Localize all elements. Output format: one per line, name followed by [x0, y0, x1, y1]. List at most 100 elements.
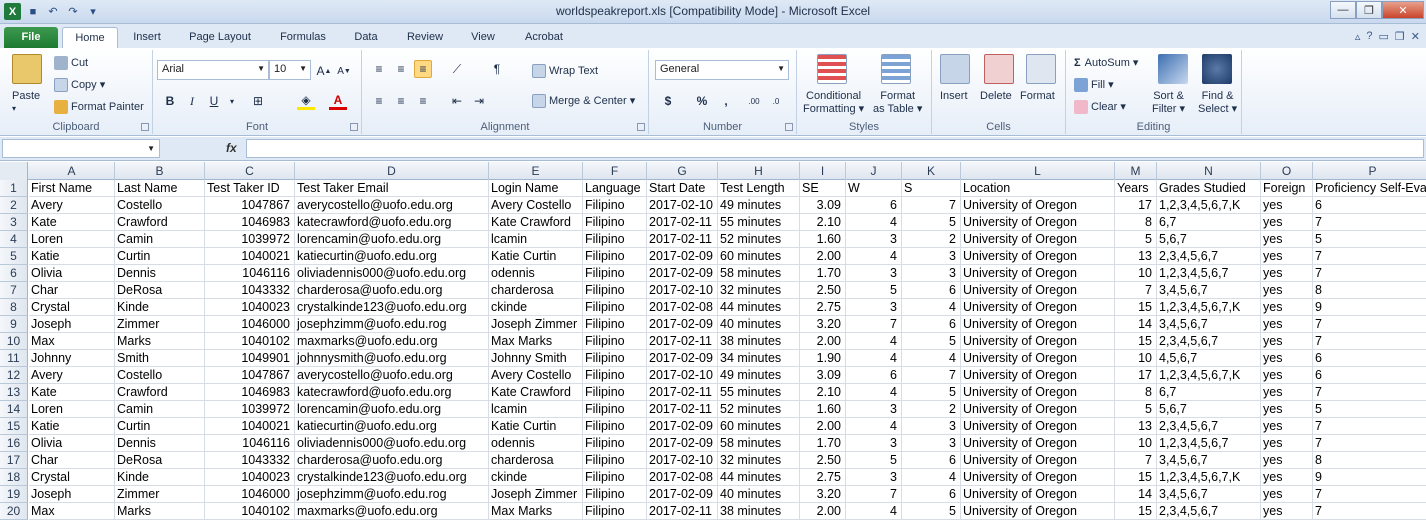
cell-b19[interactable]: Zimmer [115, 486, 205, 503]
cell-j4[interactable]: 3 [846, 231, 902, 248]
cell-j18[interactable]: 3 [846, 469, 902, 486]
cell-e11[interactable]: Johnny Smith [489, 350, 583, 367]
cell-h10[interactable]: 38 minutes [718, 333, 800, 350]
cell-o12[interactable]: yes [1261, 367, 1313, 384]
cell-j19[interactable]: 7 [846, 486, 902, 503]
cell-m16[interactable]: 10 [1115, 435, 1157, 452]
spreadsheet-grid[interactable]: ABCDEFGHIJKLMNOP 1 First Name Last Name Tes… [0, 162, 1426, 520]
cell-p7[interactable]: 8 [1313, 282, 1426, 299]
cell-j8[interactable]: 3 [846, 299, 902, 316]
cell-b17[interactable]: DeRosa [115, 452, 205, 469]
cell-i9[interactable]: 3.20 [800, 316, 846, 333]
cell-f8[interactable]: Filipino [583, 299, 647, 316]
cell-p19[interactable]: 7 [1313, 486, 1426, 503]
column-header-k[interactable]: K [902, 162, 961, 180]
cell-l1[interactable]: Location [961, 180, 1115, 197]
cell-f10[interactable]: Filipino [583, 333, 647, 350]
cell-n12[interactable]: 1,2,3,4,5,6,7,K [1157, 367, 1261, 384]
column-header-n[interactable]: N [1157, 162, 1261, 180]
cell-h6[interactable]: 58 minutes [718, 265, 800, 282]
cell-o2[interactable]: yes [1261, 197, 1313, 214]
cell-i4[interactable]: 1.60 [800, 231, 846, 248]
cell-n17[interactable]: 3,4,5,6,7 [1157, 452, 1261, 469]
cell-e5[interactable]: Katie Curtin [489, 248, 583, 265]
cell-h8[interactable]: 44 minutes [718, 299, 800, 316]
cell-j9[interactable]: 7 [846, 316, 902, 333]
cell-p10[interactable]: 7 [1313, 333, 1426, 350]
cell-l16[interactable]: University of Oregon [961, 435, 1115, 452]
cell-f11[interactable]: Filipino [583, 350, 647, 367]
cell-k5[interactable]: 3 [902, 248, 961, 265]
cell-e4[interactable]: lcamin [489, 231, 583, 248]
alignment-launcher-icon[interactable] [637, 123, 645, 131]
column-header-h[interactable]: H [718, 162, 800, 180]
cell-n2[interactable]: 1,2,3,4,5,6,7,K [1157, 197, 1261, 214]
cell-c16[interactable]: 1046116 [205, 435, 295, 452]
cell-d6[interactable]: oliviadennis000@uofo.edu.org [295, 265, 489, 282]
cell-k13[interactable]: 5 [902, 384, 961, 401]
column-header-d[interactable]: D [295, 162, 489, 180]
cell-d3[interactable]: katecrawford@uofo.edu.org [295, 214, 489, 231]
cell-e20[interactable]: Max Marks [489, 503, 583, 520]
cell-p1[interactable]: Proficiency Self-Eva [1313, 180, 1426, 197]
cell-h3[interactable]: 55 minutes [718, 214, 800, 231]
paste-icon[interactable] [12, 54, 42, 84]
cell-m10[interactable]: 15 [1115, 333, 1157, 350]
cell-d18[interactable]: crystalkinde123@uofo.edu.org [295, 469, 489, 486]
cell-m2[interactable]: 17 [1115, 197, 1157, 214]
cell-g13[interactable]: 2017-02-11 [647, 384, 718, 401]
cell-p17[interactable]: 8 [1313, 452, 1426, 469]
cell-c2[interactable]: 1047867 [205, 197, 295, 214]
cell-g3[interactable]: 2017-02-11 [647, 214, 718, 231]
cell-b18[interactable]: Kinde [115, 469, 205, 486]
cell-i12[interactable]: 3.09 [800, 367, 846, 384]
fill-button[interactable]: Fill ▾ [1074, 78, 1114, 93]
row-header[interactable]: 17 [0, 452, 28, 469]
font-name-select[interactable]: Arial ▼ [157, 60, 269, 80]
wrap-text-button[interactable]: Wrap Text [532, 64, 598, 78]
cell-j10[interactable]: 4 [846, 333, 902, 350]
select-all-corner[interactable] [0, 162, 28, 180]
cell-i17[interactable]: 2.50 [800, 452, 846, 469]
tab-acrobat[interactable]: Acrobat [516, 27, 572, 48]
close-button[interactable]: ✕ [1382, 1, 1424, 19]
cell-i19[interactable]: 3.20 [800, 486, 846, 503]
cell-g7[interactable]: 2017-02-10 [647, 282, 718, 299]
font-color-icon[interactable]: A [329, 92, 347, 110]
cell-p8[interactable]: 9 [1313, 299, 1426, 316]
cell-e13[interactable]: Kate Crawford [489, 384, 583, 401]
cell-n10[interactable]: 2,3,4,5,6,7 [1157, 333, 1261, 350]
row-header[interactable]: 19 [0, 486, 28, 503]
cell-o16[interactable]: yes [1261, 435, 1313, 452]
cell-l18[interactable]: University of Oregon [961, 469, 1115, 486]
cell-d19[interactable]: josephzimm@uofo.edu.rog [295, 486, 489, 503]
cell-a14[interactable]: Loren [29, 401, 115, 418]
cell-j11[interactable]: 4 [846, 350, 902, 367]
cell-b12[interactable]: Costello [115, 367, 205, 384]
cell-d11[interactable]: johnnysmith@uofo.edu.org [295, 350, 489, 367]
cell-g4[interactable]: 2017-02-11 [647, 231, 718, 248]
cell-a17[interactable]: Char [29, 452, 115, 469]
cell-e9[interactable]: Joseph Zimmer [489, 316, 583, 333]
cell-l11[interactable]: University of Oregon [961, 350, 1115, 367]
cell-o11[interactable]: yes [1261, 350, 1313, 367]
cell-p13[interactable]: 7 [1313, 384, 1426, 401]
row-header[interactable]: 3 [0, 214, 28, 231]
cell-m19[interactable]: 14 [1115, 486, 1157, 503]
cell-d16[interactable]: oliviadennis000@uofo.edu.org [295, 435, 489, 452]
doc-close-icon[interactable]: ✕ [1411, 30, 1420, 43]
cell-f9[interactable]: Filipino [583, 316, 647, 333]
column-header-i[interactable]: I [800, 162, 846, 180]
cell-j5[interactable]: 4 [846, 248, 902, 265]
cell-i18[interactable]: 2.75 [800, 469, 846, 486]
cell-n19[interactable]: 3,4,5,6,7 [1157, 486, 1261, 503]
cell-c19[interactable]: 1046000 [205, 486, 295, 503]
row-header[interactable]: 13 [0, 384, 28, 401]
decrease-indent-icon[interactable]: ⇤ [448, 92, 466, 110]
cell-g9[interactable]: 2017-02-09 [647, 316, 718, 333]
tab-view[interactable]: View [462, 27, 504, 48]
bold-button[interactable]: B [161, 92, 179, 110]
comma-button[interactable]: , [717, 92, 735, 110]
conditional-formatting-button[interactable]: Conditional Formatting ▾ [803, 90, 864, 116]
format-as-table-button[interactable]: Format as Table ▾ [873, 90, 922, 116]
